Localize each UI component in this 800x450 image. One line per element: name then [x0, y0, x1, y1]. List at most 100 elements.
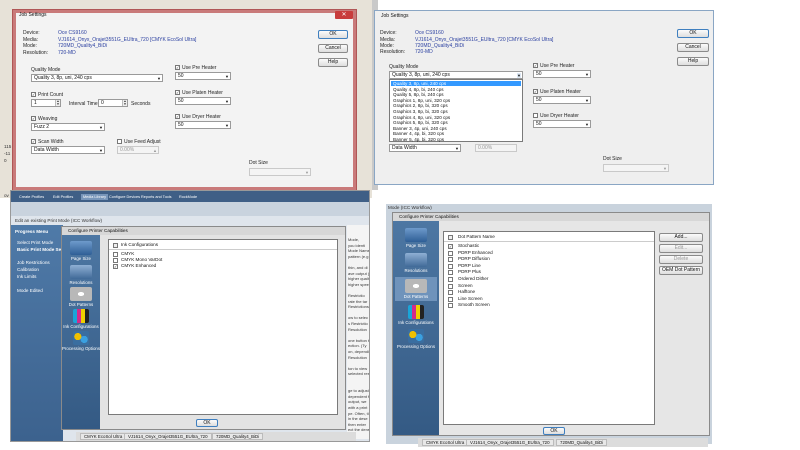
- row-checkbox[interactable]: [448, 303, 453, 309]
- dropdown-option[interactable]: Banner 3, 4p, uni, 240 cps: [391, 126, 521, 131]
- taskbar-item[interactable]: CMYK EcoSol Ultra: [422, 439, 469, 446]
- dropdown-option[interactable]: Quality 3, 8p, uni, 240 cps: [391, 81, 521, 86]
- taskbar-item[interactable]: 720MD_Quality4_BiDi: [212, 433, 264, 440]
- dryer-heater-select[interactable]: 50 ▼: [533, 120, 591, 128]
- nav-item-label[interactable]: Ink Configurations: [62, 324, 100, 329]
- edit-button[interactable]: Edit...: [659, 244, 703, 253]
- app-tab[interactable]: Edit Profiles: [53, 194, 73, 200]
- cancel-button[interactable]: Cancel: [318, 44, 348, 53]
- ink-configurations-icon[interactable]: [408, 305, 424, 319]
- help-button[interactable]: Help: [677, 57, 709, 66]
- platen-heater-checkbox[interactable]: ✓: [533, 89, 538, 94]
- weaving-select[interactable]: Fuzz 2 ▼: [31, 123, 105, 131]
- scan-width-select[interactable]: Data Width ▼: [389, 144, 461, 152]
- cancel-button[interactable]: Cancel: [677, 43, 709, 52]
- nav-item-label[interactable]: Page Size: [62, 256, 100, 261]
- select-all-checkbox[interactable]: [113, 243, 118, 248]
- row-checkbox[interactable]: [448, 283, 453, 289]
- platen-heater-select[interactable]: 50 ▼: [533, 96, 591, 104]
- feed-adjust-input[interactable]: 0.00% ▲: [117, 146, 159, 154]
- table-row[interactable]: Line Screen: [458, 296, 483, 302]
- ink-configurations-icon[interactable]: [73, 309, 89, 323]
- table-row[interactable]: Smooth Screen: [458, 302, 490, 308]
- print-count-checkbox[interactable]: ✓: [31, 92, 36, 97]
- row-checkbox[interactable]: [448, 270, 453, 276]
- page-size-icon[interactable]: [405, 228, 427, 242]
- nav-item-label[interactable]: Resolutions: [393, 268, 439, 273]
- dropdown-option[interactable]: Banner 5, 4p, bi, 320 cps: [391, 137, 521, 142]
- dropdown-option[interactable]: Quality 5, 8p, bi, 240 cps: [391, 92, 521, 97]
- app-tab[interactable]: Configure Devices: [109, 194, 140, 200]
- table-row[interactable]: Screen: [458, 283, 473, 289]
- dot-size-select[interactable]: ▼: [249, 168, 311, 176]
- table-row[interactable]: Ordered Dither: [458, 276, 488, 282]
- dropdown-option[interactable]: Graphics 4, 8p, uni, 320 cps: [391, 115, 521, 120]
- dryer-heater-select[interactable]: 50 ▼: [175, 121, 231, 129]
- table-row[interactable]: PDRP Enhanced: [458, 250, 493, 256]
- interval-time-spinner[interactable]: 0 ▲ ▼: [98, 99, 128, 107]
- scan-width-checkbox[interactable]: ✓: [31, 139, 36, 144]
- help-button[interactable]: Help: [318, 58, 348, 67]
- taskbar-item[interactable]: 720MD_Quality4_BiDi: [556, 439, 608, 446]
- row-checkbox[interactable]: [448, 296, 453, 302]
- processing-options-icon[interactable]: [73, 331, 89, 345]
- dryer-heater-checkbox[interactable]: [533, 113, 538, 118]
- row-checkbox[interactable]: [113, 252, 118, 257]
- app-tab[interactable]: RockMode: [179, 194, 197, 200]
- taskbar-item[interactable]: CMYK EcoSol Ultra: [80, 433, 127, 440]
- row-checkbox[interactable]: [448, 290, 453, 296]
- platen-heater-checkbox[interactable]: ✓: [175, 90, 180, 95]
- ok-button[interactable]: OK: [543, 427, 565, 435]
- row-checkbox[interactable]: [448, 263, 453, 269]
- taskbar-item[interactable]: VJ1614_Onyx_Orajet3551G_EUltra_720: [466, 439, 554, 446]
- sidebar-item[interactable]: Calibration: [17, 267, 39, 273]
- dropdown-option[interactable]: Banner 4, 4p, bi, 320 cps: [391, 131, 521, 136]
- table-row[interactable]: PDRP Diffusion: [458, 256, 490, 262]
- dot-size-select[interactable]: ▼: [603, 164, 669, 172]
- platen-heater-select[interactable]: 50 ▼: [175, 97, 231, 105]
- pre-heater-checkbox[interactable]: ✓: [175, 65, 180, 70]
- app-tab[interactable]: Media Library: [81, 194, 109, 200]
- dropdown-option[interactable]: Graphics 1, 8p, uni, 320 cps: [391, 98, 521, 103]
- taskbar-item[interactable]: VJ1614_Onyx_Orajet3551G_EUltra_720: [124, 433, 212, 440]
- pre-heater-select[interactable]: 50 ▼: [175, 72, 231, 80]
- row-checkbox[interactable]: [448, 257, 453, 263]
- pre-heater-checkbox[interactable]: ✓: [533, 63, 538, 68]
- ok-button[interactable]: OK: [677, 29, 709, 38]
- scan-width-select[interactable]: Data Width ▼: [31, 146, 105, 154]
- select-all-checkbox[interactable]: [448, 235, 453, 240]
- sidebar-item[interactable]: Ink Limits: [17, 274, 36, 280]
- sidebar-item[interactable]: Mode Edited: [17, 288, 43, 294]
- weaving-checkbox[interactable]: ✓: [31, 116, 36, 121]
- sidebar-item[interactable]: Job Restrictions: [17, 260, 50, 266]
- page-size-icon[interactable]: [70, 241, 92, 255]
- ok-button[interactable]: OK: [196, 419, 218, 427]
- quality-mode-select[interactable]: Quality 3, 8p, uni, 240 cps ▼: [31, 74, 163, 82]
- spinner-arrows-icon[interactable]: ▲ ▼: [122, 100, 127, 106]
- ok-button[interactable]: OK: [318, 30, 348, 39]
- dropdown-option[interactable]: Graphics 5, 8p, bi, 320 cps: [391, 120, 521, 125]
- table-row[interactable]: Stochastic: [458, 243, 479, 249]
- row-checkbox[interactable]: ✓: [448, 244, 453, 249]
- app-tab[interactable]: Reports and Tools: [141, 194, 172, 200]
- nav-item-label[interactable]: Dot Patterns: [62, 302, 100, 307]
- resolutions-icon[interactable]: [405, 253, 427, 267]
- table-row[interactable]: CMYK Enhanced: [121, 263, 156, 269]
- resolutions-icon[interactable]: [70, 265, 92, 279]
- dropdown-option[interactable]: Graphics 2, 8p, bi, 320 cps: [391, 103, 521, 108]
- add-button[interactable]: Add...: [659, 233, 703, 242]
- nav-item-label[interactable]: Page Size: [393, 243, 439, 248]
- pre-heater-select[interactable]: 50 ▼: [533, 70, 591, 78]
- spinner-arrows-icon[interactable]: ▲ ▼: [55, 100, 60, 106]
- dryer-heater-checkbox[interactable]: ✓: [175, 114, 180, 119]
- table-row[interactable]: Halftone: [458, 289, 475, 295]
- nav-item-label[interactable]: Dot Patterns: [393, 294, 439, 299]
- print-count-spinner[interactable]: 1 ▲ ▼: [31, 99, 61, 107]
- nav-item-label[interactable]: Processing Options: [62, 346, 100, 351]
- row-checkbox[interactable]: [448, 250, 453, 256]
- table-row[interactable]: PDRP Line: [458, 263, 481, 269]
- feed-adjust-input[interactable]: 0.00%: [475, 144, 517, 152]
- nav-item-label[interactable]: Processing Options: [393, 344, 439, 349]
- close-icon[interactable]: ✕: [335, 11, 353, 19]
- dot-patterns-icon[interactable]: [405, 279, 427, 293]
